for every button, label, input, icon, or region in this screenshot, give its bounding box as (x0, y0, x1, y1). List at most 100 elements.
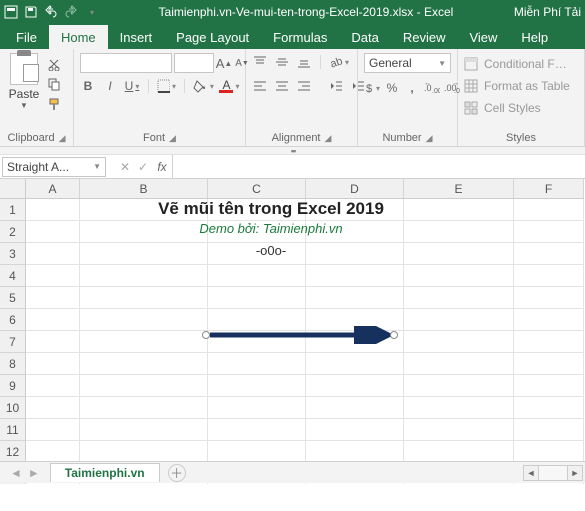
cell[interactable] (26, 353, 80, 375)
row-header-6[interactable]: 6 (0, 309, 26, 331)
cell[interactable] (514, 419, 584, 441)
orientation-icon[interactable]: ab (329, 53, 349, 71)
underline-button[interactable]: U (124, 77, 140, 95)
cell[interactable] (80, 441, 208, 463)
cell[interactable] (26, 331, 80, 353)
tab-help[interactable]: Help (509, 25, 560, 49)
align-bottom-icon[interactable] (296, 53, 312, 71)
cell[interactable] (208, 397, 306, 419)
row-header-5[interactable]: 5 (0, 287, 26, 309)
col-header-D[interactable]: D (306, 179, 404, 199)
col-header-C[interactable]: C (208, 179, 306, 199)
cell[interactable] (514, 353, 584, 375)
align-center-icon[interactable] (274, 77, 290, 95)
cell[interactable] (26, 309, 80, 331)
hscroll-track[interactable] (539, 465, 567, 481)
cell[interactable] (404, 199, 514, 221)
format-painter-icon[interactable] (46, 95, 62, 113)
cell[interactable] (404, 221, 514, 243)
cell[interactable] (208, 441, 306, 463)
cell[interactable] (208, 353, 306, 375)
cell[interactable] (208, 199, 306, 221)
cell[interactable] (306, 353, 404, 375)
cell[interactable] (404, 265, 514, 287)
cell[interactable] (26, 265, 80, 287)
cell[interactable] (80, 309, 208, 331)
cell[interactable] (306, 419, 404, 441)
formula-input[interactable] (172, 155, 585, 178)
cell[interactable] (514, 331, 584, 353)
cell[interactable] (514, 375, 584, 397)
tab-data[interactable]: Data (339, 25, 390, 49)
cell[interactable] (514, 265, 584, 287)
increase-font-icon[interactable]: A▲ (216, 54, 232, 72)
cut-icon[interactable] (46, 55, 62, 73)
row-header-3[interactable]: 3 (0, 243, 26, 265)
cell[interactable] (80, 265, 208, 287)
cell[interactable] (404, 441, 514, 463)
percent-format-button[interactable]: % (384, 79, 400, 97)
tab-page-layout[interactable]: Page Layout (164, 25, 261, 49)
select-all-corner[interactable] (0, 179, 26, 199)
cell[interactable] (80, 353, 208, 375)
tab-view[interactable]: View (457, 25, 509, 49)
cell[interactable] (26, 419, 80, 441)
col-header-E[interactable]: E (404, 179, 514, 199)
cell[interactable] (80, 221, 208, 243)
font-dialog-launcher-icon[interactable]: ◢ (169, 133, 176, 144)
align-top-icon[interactable] (252, 53, 268, 71)
shape-handle-end[interactable] (390, 331, 398, 339)
copy-icon[interactable] (46, 75, 62, 93)
hscroll-right-icon[interactable]: ► (567, 465, 583, 481)
cell[interactable] (306, 287, 404, 309)
tab-file[interactable]: File (4, 25, 49, 49)
cell[interactable] (514, 243, 584, 265)
cell[interactable] (306, 441, 404, 463)
col-header-F[interactable]: F (514, 179, 584, 199)
cell-styles-button[interactable]: Cell Styles (464, 97, 578, 119)
cell[interactable] (80, 419, 208, 441)
row-header-12[interactable]: 12 (0, 441, 26, 463)
shape-handle-start[interactable] (202, 331, 210, 339)
autosave-icon[interactable] (4, 5, 18, 19)
font-size-select[interactable] (174, 53, 214, 73)
number-format-select[interactable]: General▼ (364, 53, 451, 73)
cell[interactable] (26, 221, 80, 243)
row-header-2[interactable]: 2 (0, 221, 26, 243)
cell[interactable] (514, 199, 584, 221)
row-header-4[interactable]: 4 (0, 265, 26, 287)
cell[interactable] (80, 331, 208, 353)
hscroll-left-icon[interactable]: ◄ (523, 465, 539, 481)
cell[interactable] (80, 397, 208, 419)
row-headers[interactable]: 12345678910111213 (0, 199, 26, 484)
cell[interactable] (404, 243, 514, 265)
number-dialog-launcher-icon[interactable]: ◢ (426, 133, 433, 144)
cell[interactable] (404, 375, 514, 397)
col-header-B[interactable]: B (80, 179, 208, 199)
cell[interactable] (26, 287, 80, 309)
sheet-nav-next-icon[interactable]: ► (28, 466, 40, 480)
add-sheet-button[interactable]: ＋ (168, 464, 186, 482)
row-header-11[interactable]: 11 (0, 419, 26, 441)
cell[interactable] (404, 309, 514, 331)
cell[interactable] (80, 199, 208, 221)
fill-color-icon[interactable] (193, 77, 214, 95)
accounting-format-icon[interactable]: $ (364, 79, 380, 97)
fx-button[interactable]: fx (152, 160, 172, 174)
alignment-dialog-launcher-icon[interactable]: ◢ (325, 133, 332, 144)
conditional-formatting-button[interactable]: Conditional F… (464, 53, 578, 75)
cell[interactable] (404, 287, 514, 309)
font-family-select[interactable] (80, 53, 172, 73)
cell[interactable] (404, 353, 514, 375)
column-headers[interactable]: ABCDEF (26, 179, 584, 199)
row-header-1[interactable]: 1 (0, 199, 26, 221)
cell[interactable] (306, 397, 404, 419)
horizontal-scrollbar[interactable]: ◄ ► (523, 465, 585, 481)
cell[interactable] (208, 287, 306, 309)
cell[interactable] (306, 221, 404, 243)
border-icon[interactable] (157, 77, 176, 95)
cell[interactable] (306, 199, 404, 221)
format-as-table-button[interactable]: Format as Table (464, 75, 578, 97)
cell[interactable] (208, 375, 306, 397)
row-header-9[interactable]: 9 (0, 375, 26, 397)
